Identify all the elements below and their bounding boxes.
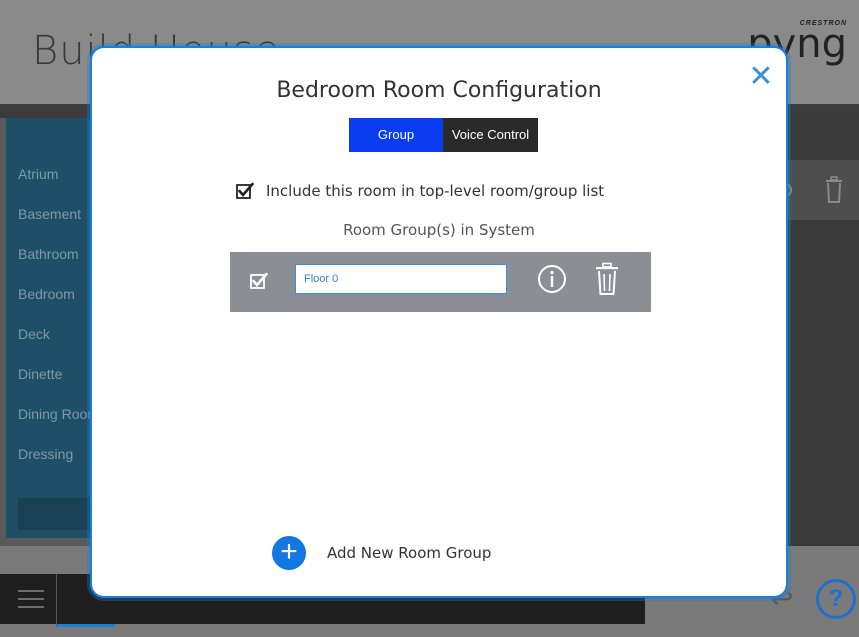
room-group-row: Floor 0 xyxy=(230,252,651,312)
sidebar-item-dressing[interactable]: Dressing xyxy=(6,434,100,474)
include-room-label: Include this room in top-level room/grou… xyxy=(266,182,605,200)
sidebar-item-bathroom[interactable]: Bathroom xyxy=(6,234,100,274)
menu-icon[interactable] xyxy=(18,588,44,610)
trash-icon[interactable] xyxy=(824,176,844,204)
include-room-option: Include this room in top-level room/grou… xyxy=(236,180,604,202)
room-configuration-dialog: Bedroom Room Configuration ✕ Group Voice… xyxy=(90,46,788,598)
sidebar: Atrium Basement Bathroom Bedroom Deck Di… xyxy=(6,118,100,538)
plus-icon: + xyxy=(280,535,298,568)
add-room-group-label[interactable]: Add New Room Group xyxy=(327,544,491,562)
sidebar-item-atrium[interactable]: Atrium xyxy=(6,154,100,194)
sidebar-item-deck[interactable]: Deck xyxy=(6,314,100,354)
help-icon[interactable]: ? xyxy=(816,579,856,619)
checkbox-checked-icon[interactable] xyxy=(250,272,268,290)
sidebar-item-bedroom[interactable]: Bedroom xyxy=(6,274,100,314)
add-room-group-button[interactable]: + xyxy=(272,536,306,570)
sidebar-item-dinette[interactable]: Dinette xyxy=(6,354,100,394)
room-group-name-input[interactable]: Floor 0 xyxy=(295,264,507,294)
checkbox-checked-icon[interactable] xyxy=(236,182,254,200)
sidebar-bottom-button[interactable] xyxy=(18,498,100,530)
dialog-title: Bedroom Room Configuration xyxy=(276,78,602,103)
tab-group[interactable]: Group xyxy=(349,118,443,152)
sidebar-item-dining-room[interactable]: Dining Room xyxy=(6,394,100,434)
info-icon[interactable] xyxy=(537,264,567,294)
sidebar-item-basement[interactable]: Basement xyxy=(6,194,100,234)
close-icon[interactable]: ✕ xyxy=(748,62,774,92)
room-groups-heading: Room Group(s) in System xyxy=(343,221,535,239)
tab-bar: Group Voice Control xyxy=(349,118,538,152)
tab-voice-control[interactable]: Voice Control xyxy=(443,118,538,152)
trash-icon[interactable] xyxy=(594,262,620,296)
